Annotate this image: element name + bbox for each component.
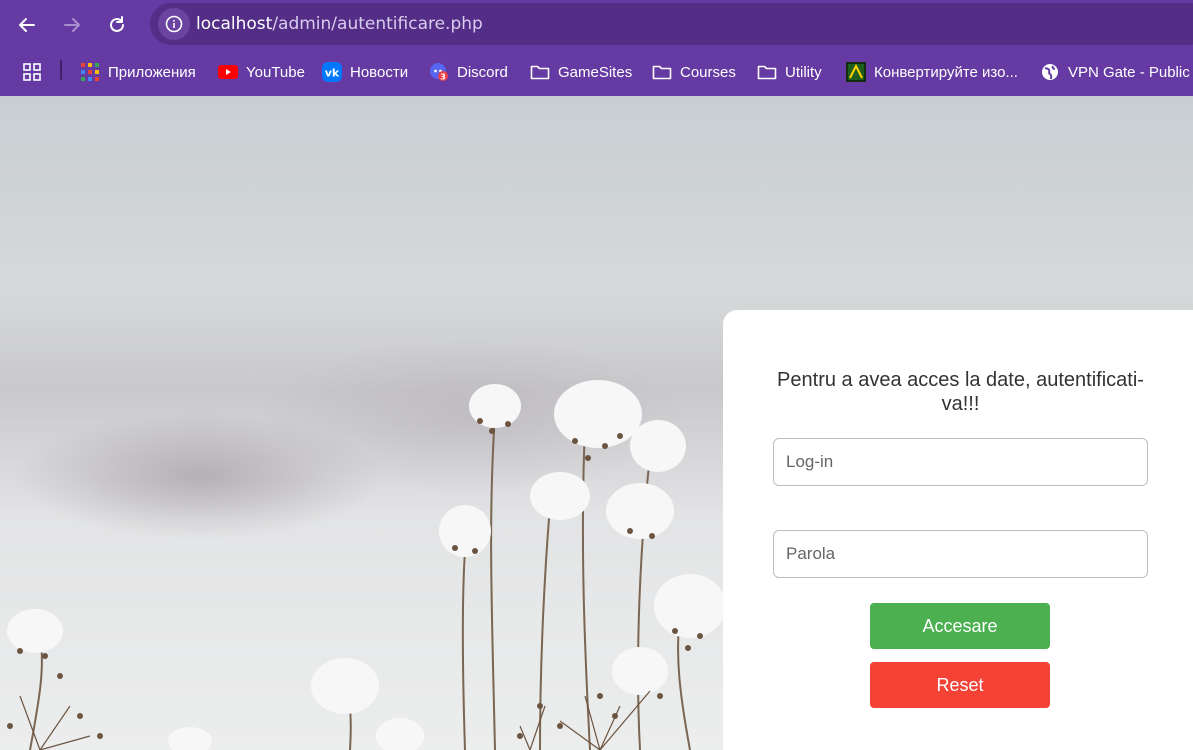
bookmark-converter[interactable]: Конвертируйте изо... — [846, 60, 1018, 84]
bookmark-vpn-gate[interactable]: VPN Gate - Public F — [1040, 60, 1193, 84]
login-card: Pentru a avea acces la date, autentifica… — [723, 310, 1193, 750]
youtube-icon — [218, 62, 238, 82]
discord-icon: 3 — [429, 62, 449, 82]
site-info-icon[interactable] — [158, 8, 190, 40]
bookmarks-separator — [60, 60, 62, 80]
bookmark-vk[interactable]: vk Новости — [322, 60, 408, 84]
back-arrow-icon — [19, 18, 35, 32]
bookmark-youtube[interactable]: YouTube — [218, 60, 305, 84]
url-host: localhost — [196, 14, 273, 34]
discord-badge: 3 — [440, 72, 446, 81]
submit-button[interactable]: Accesare — [870, 603, 1050, 649]
apps-shortcut-button[interactable] — [22, 60, 50, 84]
globe-icon — [1040, 62, 1060, 82]
bookmark-label: Новости — [350, 63, 409, 81]
apps-grid-icon — [22, 62, 42, 82]
bookmark-folder-courses[interactable]: Courses — [652, 60, 736, 84]
bookmark-label: YouTube — [246, 63, 305, 81]
login-prompt-text: Pentru a avea acces la date, autentifica… — [777, 369, 1144, 415]
bookmark-label: Utility — [785, 63, 822, 81]
vk-icon: vk — [322, 62, 342, 82]
forward-button[interactable] — [55, 8, 89, 42]
browser-toolbar: localhost/admin/autentificare.php — [0, 0, 1193, 48]
folder-icon — [757, 62, 777, 82]
reset-button[interactable]: Reset — [870, 662, 1050, 708]
reload-button[interactable] — [100, 8, 134, 42]
forward-arrow-icon — [64, 18, 80, 32]
bookmark-label: Приложения — [108, 63, 196, 81]
bookmark-label: Courses — [680, 63, 736, 81]
bookmark-label: VPN Gate - Public F — [1068, 63, 1193, 81]
folder-icon — [530, 62, 550, 82]
bookmark-folder-utility[interactable]: Utility — [757, 60, 822, 84]
back-button[interactable] — [10, 8, 44, 42]
bookmark-folder-gamesites[interactable]: GameSites — [530, 60, 632, 84]
url-path: /admin/autentificare.php — [272, 14, 483, 34]
reload-icon — [110, 16, 124, 32]
url-text[interactable]: localhost/admin/autentificare.php — [196, 14, 483, 34]
bookmark-label: GameSites — [558, 63, 633, 81]
converter-icon — [846, 62, 866, 82]
apps-colorful-grid-icon — [80, 62, 100, 82]
bookmark-apps[interactable]: Приложения — [80, 60, 196, 84]
login-input[interactable] — [773, 438, 1148, 486]
password-input[interactable] — [773, 530, 1148, 578]
address-bar[interactable]: localhost/admin/autentificare.php — [150, 3, 1193, 45]
folder-icon — [652, 62, 672, 82]
svg-text:vk: vk — [325, 67, 340, 80]
bookmark-label: Конвертируйте изо... — [874, 63, 1018, 81]
bookmark-label: Discord — [457, 63, 508, 81]
bookmark-discord[interactable]: 3 Discord — [429, 60, 508, 84]
